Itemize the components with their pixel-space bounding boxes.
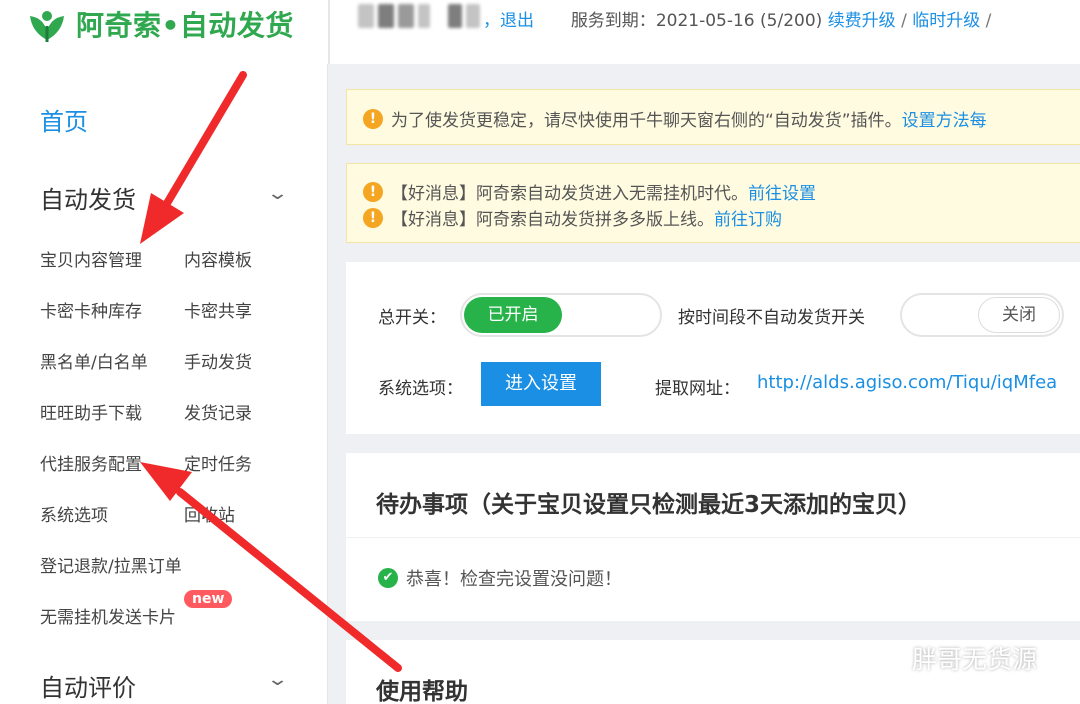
warning-icon: ! xyxy=(363,181,383,202)
warning-icon: ! xyxy=(363,207,383,228)
sidebar-item-card-share[interactable]: 卡密共享 xyxy=(184,297,252,322)
sidebar-item-ship-records[interactable]: 发货记录 xyxy=(184,399,252,424)
renew-upgrade-link[interactable]: 续费升级 xyxy=(828,11,896,31)
brand-logo[interactable]: 阿奇索•自动发货 xyxy=(22,2,294,46)
sidebar-item-wangwang-download[interactable]: 旺旺助手下载 xyxy=(40,399,142,424)
timed-switch[interactable]: 关闭 xyxy=(900,293,1064,337)
master-switch[interactable]: 已开启 xyxy=(460,293,662,337)
separator: / xyxy=(901,11,907,31)
timed-switch-state: 关闭 xyxy=(978,297,1060,333)
check-circle-icon: ✔ xyxy=(378,568,398,588)
notice-text: 【好消息】阿奇索自动发货进入无需挂机时代。 xyxy=(391,184,748,204)
sidebar-item-refund-blacklist[interactable]: 登记退款/拉黑订单 xyxy=(40,552,182,577)
sidebar-item-scheduled-tasks[interactable]: 定时任务 xyxy=(184,450,252,475)
top-header: 阿奇索•自动发货 ，退出 服务到期：2021-05-16 (5/200) 续费升… xyxy=(0,0,1080,64)
todo-title: 待办事项（关于宝贝设置只检测最近3天添加的宝贝） xyxy=(376,492,922,518)
chevron-down-icon[interactable]: ⌄ xyxy=(266,183,289,204)
temp-upgrade-link[interactable]: 临时升级 xyxy=(912,11,980,31)
settings-card xyxy=(346,262,1080,434)
blurred-username xyxy=(358,4,480,28)
new-badge: new xyxy=(184,590,233,608)
service-expiry-label: 服务到期： xyxy=(570,11,656,31)
master-switch-label: 总开关： xyxy=(378,308,446,328)
sidebar-item-hosting-config[interactable]: 代挂服务配置 xyxy=(40,450,142,475)
go-order-link[interactable]: 前往订购 xyxy=(714,205,782,230)
timed-switch-label: 按时间段不自动发货开关 xyxy=(678,308,865,328)
master-switch-state: 已开启 xyxy=(464,297,562,333)
watermark-text: 胖哥无货源 xyxy=(912,645,1038,674)
brand-leaf-icon xyxy=(30,11,64,42)
sidebar-item-system-options[interactable]: 系统选项 xyxy=(40,501,108,526)
sidebar-item-home[interactable]: 首页 xyxy=(40,102,88,137)
setup-method-link[interactable]: 设置方法每 xyxy=(902,106,987,131)
help-title: 使用帮助 xyxy=(376,679,468,704)
good-news-banner: ! 【好消息】阿奇索自动发货进入无需挂机时代。 前往设置 ! 【好消息】阿奇索自… xyxy=(346,163,1080,243)
notice-text: 为了使发货更稳定，请尽快使用千牛聊天窗右侧的“自动发货”插件。 xyxy=(391,111,902,131)
sidebar-item-send-card[interactable]: 无需挂机发送卡片 xyxy=(40,603,176,628)
sidebar-group-auto-ship[interactable]: 自动发货 xyxy=(40,180,136,215)
todo-status-text: 恭喜！检查完设置没问题！ xyxy=(406,569,622,590)
sidebar-item-card-stock[interactable]: 卡密卡种库存 xyxy=(40,297,142,322)
notice-banner: ! 为了使发货更稳定，请尽快使用千牛聊天窗右侧的“自动发货”插件。 设置方法每 xyxy=(346,89,1080,145)
sidebar-item-recycle-bin[interactable]: 回收站 xyxy=(184,501,235,526)
go-setup-link[interactable]: 前往设置 xyxy=(748,179,816,204)
service-count: (5/200) xyxy=(760,11,823,31)
service-expiry-date: 2021-05-16 xyxy=(655,11,755,31)
header-divider xyxy=(328,0,330,64)
watermark: 胖哥无货源 xyxy=(860,640,1037,676)
sidebar-item-manual-ship[interactable]: 手动发货 xyxy=(184,348,252,373)
warning-icon: ! xyxy=(363,108,383,129)
enter-settings-button[interactable]: 进入设置 xyxy=(481,362,601,406)
separator: / xyxy=(985,11,992,31)
system-options-label: 系统选项： xyxy=(378,379,463,399)
sidebar-item-blacklist[interactable]: 黑名单/白名单 xyxy=(40,348,148,373)
header-info: ，退出 服务到期：2021-05-16 (5/200) 续费升级 / 临时升级 … xyxy=(483,6,991,31)
fetch-url-link[interactable]: http://alds.agiso.com/Tiqu/iqMfea xyxy=(757,372,1057,393)
todo-status: ✔ 恭喜！检查完设置没问题！ xyxy=(378,565,622,591)
chevron-down-icon[interactable]: ⌄ xyxy=(266,669,289,690)
notice-text: 【好消息】阿奇索自动发货拼多多版上线。 xyxy=(391,210,714,230)
logout-link[interactable]: ，退出 xyxy=(483,11,534,31)
fetch-url-label: 提取网址： xyxy=(655,379,740,399)
sidebar-group-auto-review[interactable]: 自动评价 xyxy=(40,668,136,703)
sidebar-item-content-template[interactable]: 内容模板 xyxy=(184,246,252,271)
brand-name: 阿奇索•自动发货 xyxy=(76,9,294,42)
wechat-icon xyxy=(860,641,903,674)
sidebar-item-item-content[interactable]: 宝贝内容管理 xyxy=(40,246,142,271)
